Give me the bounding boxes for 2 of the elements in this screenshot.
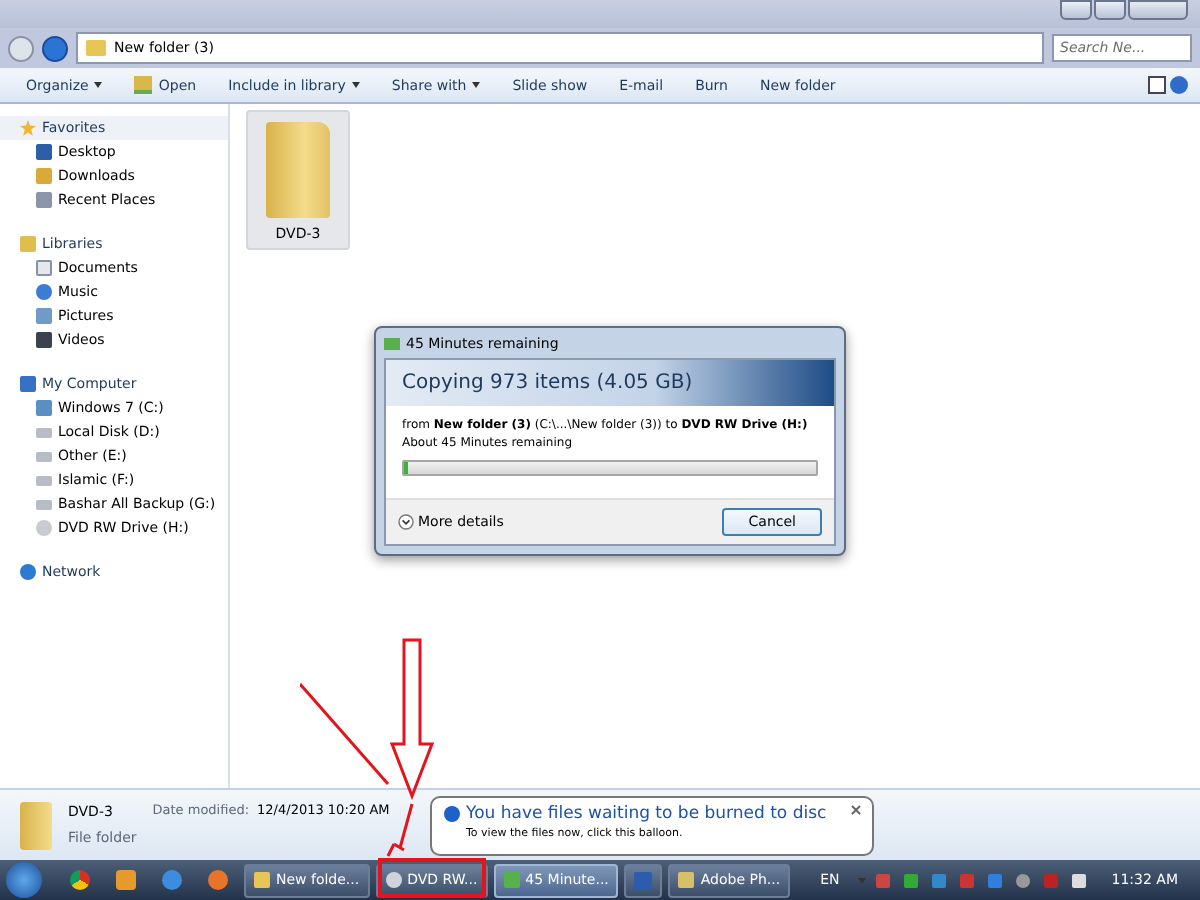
balloon-title: You have files waiting to be burned to disc [466, 804, 827, 824]
dialog-heading: Copying 973 items (4.05 GB) [386, 360, 834, 406]
